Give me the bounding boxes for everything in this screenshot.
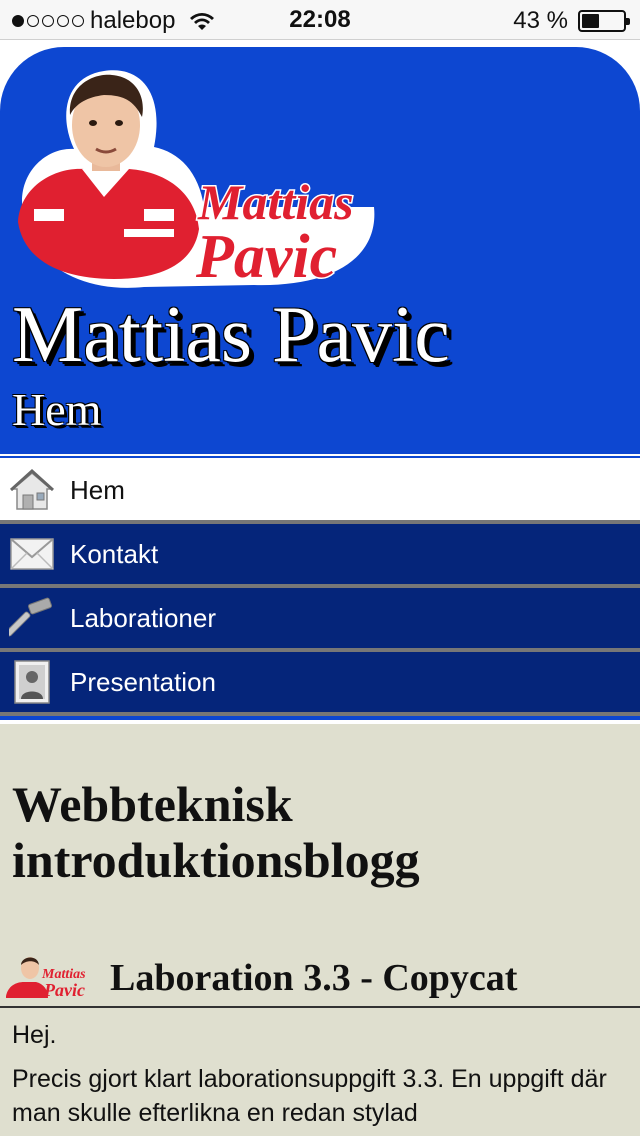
nav-label-hem: Hem [70,474,125,505]
post-avatar-icon: Mattias Pavic [6,957,86,1000]
envelope-icon [10,538,54,570]
post-greeting: Hej. [12,1021,57,1049]
nav-item-kontakt[interactable]: Kontakt [0,524,640,588]
hammer-icon [9,597,52,637]
post-text: Precis gjort klart laborationsuppgift 3.… [12,1065,607,1127]
battery-icon [578,10,630,32]
house-icon [9,468,55,510]
portrait-icon [14,660,50,704]
header-divider-thin [0,456,640,458]
post-title[interactable]: Laboration 3.3 - Copycat [110,956,517,1000]
post-avatar-text-last: Pavic [43,980,85,1000]
nav-item-hem[interactable]: Hem [0,460,640,524]
status-right: 43 % [513,7,630,35]
status-bar: halebop 22:08 43 % [0,0,640,40]
logo-name-text: Mattias Pavic [194,173,356,293]
site-header: Mattias Pavic Mattias Pavic Hem [0,47,640,450]
site-title: Mattias Pavic [12,291,450,379]
post-header: Mattias Pavic Laboration 3.3 - Copycat [0,946,640,1008]
logo-text-last: Pavic [195,223,337,291]
main-content: Webbteknisk introduktionsblogg Mattias P… [0,724,640,1136]
page-subtitle: Hem [12,384,102,435]
battery-percent: 43 % [513,7,568,34]
nav-item-laborationer[interactable]: Laborationer [0,588,640,652]
nav-label-kontakt: Kontakt [70,538,159,569]
nav-divider [0,716,640,720]
header-divider [0,450,640,454]
nav-label-presentation: Presentation [70,666,216,697]
post-body: Hej. Precis gjort klart laborationsuppgi… [12,1018,632,1136]
blog-title: Webbteknisk introduktionsblogg [12,776,420,888]
nav-item-presentation[interactable]: Presentation [0,652,640,716]
logo-text-first: Mattias [197,174,354,230]
nav-label-laborationer: Laborationer [70,602,216,633]
main-navigation: Hem Kontakt Laborationer Presentation [0,460,640,716]
